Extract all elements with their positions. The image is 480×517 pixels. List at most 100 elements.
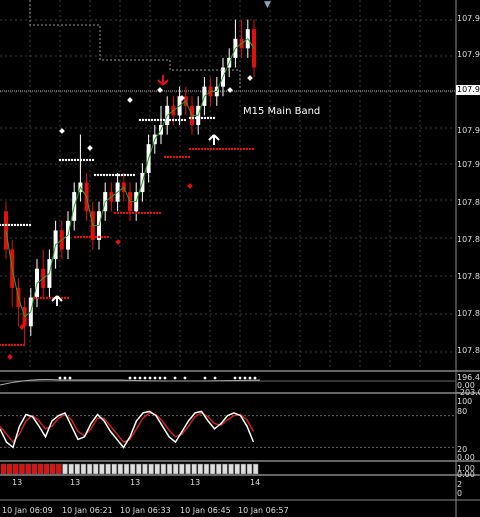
trend-bar [209,463,216,475]
stop-dot [184,155,188,159]
stop-dot [97,235,101,239]
trend-bar [31,463,37,475]
cci-dot [248,376,252,380]
support-dot [111,173,115,177]
support-dot [194,116,198,120]
trend-bar [37,463,44,475]
stop-dot [125,211,129,215]
trend-bar [197,463,204,475]
price-chart[interactable] [0,0,480,517]
day-label: 13 [190,478,201,487]
trend-bar [56,463,62,475]
trend-bar [19,463,25,475]
cci-dot [63,376,67,380]
cci-dot [153,376,157,380]
stop-dot [10,343,14,347]
trend-bar [216,463,222,475]
support-dot [120,173,124,177]
price-tick: 107.97 [457,50,480,59]
day-label: 13 [70,478,81,487]
support-dot [105,173,109,177]
trend-bar [117,463,124,475]
stop-dot [200,147,204,151]
trend-bar [136,463,142,475]
trend-bar [105,463,111,475]
trend-bar [99,463,105,475]
stop-dot [7,343,11,347]
stop-dot [113,211,117,215]
stop-dot [172,155,176,159]
stop-dot [94,235,98,239]
support-dot [85,158,89,162]
stop-dot [106,235,110,239]
stop-dot [188,147,192,151]
support-dot [1,223,5,227]
stop-dot [158,211,162,215]
time-label: 10 Jan 06:57 [238,506,289,515]
stop-dot [16,343,20,347]
support-dot [93,173,97,177]
support-dot [22,223,26,227]
support-dot [61,158,65,162]
trend-bar [240,463,247,475]
stoch-tick: 80 [457,407,468,416]
stop-dot [209,147,213,151]
cci-dot [238,376,242,380]
price-tick: 107.87 [457,235,480,244]
trend-bar [49,463,56,475]
time-label: 10 Jan 06:33 [120,506,171,515]
cci-dot [158,376,162,380]
support-dot [180,118,184,122]
support-dot [188,116,192,120]
current-price-label: 107.93 [456,85,480,95]
stop-dot [221,147,225,151]
support-dot [150,118,154,122]
support-dot [132,173,136,177]
stop-dot [187,155,191,159]
stop-dot [1,343,5,347]
trend-bar [80,463,87,475]
stop-dot [212,147,216,151]
support-dot [156,118,160,122]
support-dot [73,158,77,162]
stop-dot [149,211,153,215]
cci-dot [143,376,147,380]
stop-dot [137,211,141,215]
support-dot [153,118,157,122]
chart-shift-marker-icon[interactable]: ▼ [264,0,271,10]
cci-dot [163,376,167,380]
support-dot [171,118,175,122]
stop-dot [4,343,8,347]
price-tick: 107.89 [457,198,480,207]
stop-dot [82,235,86,239]
sell-arrow-icon [157,75,169,86]
stop-dot [233,147,237,151]
support-dot [183,118,187,122]
cci-dot [68,376,72,380]
stop-dot [140,211,144,215]
stop-dot [242,147,246,151]
support-dot [159,118,163,122]
stop-dot [103,235,107,239]
trend-bar [252,463,259,475]
stop-dot [66,296,70,300]
support-dot [168,118,172,122]
stop-dot [224,147,228,151]
stop-dot [203,147,207,151]
support-dot [102,173,106,177]
support-dot [144,118,148,122]
support-dot [117,173,121,177]
support-dot [114,173,118,177]
trend-bar [43,463,50,475]
stop-dot [155,211,159,215]
stop-dot [178,155,182,159]
cci-dot [183,376,187,380]
support-dot [79,158,83,162]
support-dot [203,116,207,120]
time-label: 10 Jan 06:09 [2,506,53,515]
stop-dot [166,155,170,159]
cci-dot [243,376,247,380]
trend-bar [62,463,68,475]
stop-dot [42,296,46,300]
price-tick: 107.83 [457,346,480,355]
